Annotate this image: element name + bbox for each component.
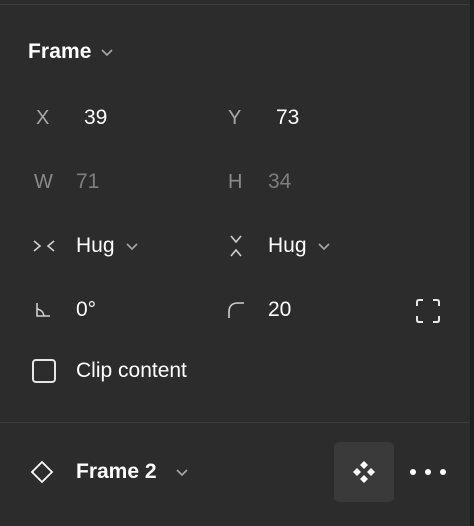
go-to-component-button[interactable] (334, 442, 394, 502)
height-value[interactable]: 34 (268, 170, 291, 194)
y-label: Y (228, 106, 242, 129)
independent-corners-icon[interactable] (414, 297, 442, 325)
horizontal-resizing-field[interactable]: Hug (32, 230, 139, 262)
clip-content-label: Clip content (76, 359, 187, 382)
chevron-down-icon[interactable] (100, 47, 114, 57)
section-divider (0, 422, 470, 423)
rotation-field[interactable]: 0° (34, 294, 96, 326)
height-field[interactable]: H 34 (228, 166, 291, 198)
corner-radius-icon (226, 300, 268, 320)
vertical-resizing-field[interactable]: Hug (228, 230, 331, 262)
width-field[interactable]: W 71 (34, 166, 99, 198)
width-label: W (34, 170, 53, 193)
corner-radius-value[interactable]: 20 (268, 298, 291, 322)
component-diamond-icon (30, 460, 54, 484)
component-instance-icon (353, 461, 375, 483)
width-value[interactable]: 71 (76, 170, 99, 194)
x-label: X (36, 106, 50, 129)
frame-section-header[interactable]: Frame (28, 40, 114, 64)
more-dot (425, 469, 431, 475)
more-dot (440, 469, 446, 475)
x-value[interactable]: 39 (84, 106, 107, 130)
x-field[interactable]: X 39 (36, 102, 107, 134)
hug-vertical-icon (228, 234, 268, 258)
chevron-down-icon[interactable] (175, 467, 189, 477)
rotation-value[interactable]: 0° (76, 298, 96, 322)
vertical-resizing-value[interactable]: Hug (268, 234, 307, 258)
panel-scroll-edge (470, 0, 474, 526)
clip-content-row[interactable]: Clip content (32, 359, 187, 383)
layer-row[interactable]: Frame 2 (30, 448, 189, 496)
chevron-down-icon[interactable] (125, 241, 139, 251)
y-value[interactable]: 73 (276, 106, 299, 130)
more-dot (410, 469, 416, 475)
rotation-angle-icon (34, 301, 76, 319)
layer-name: Frame 2 (76, 460, 157, 483)
horizontal-resizing-value[interactable]: Hug (76, 234, 115, 258)
height-label: H (228, 170, 243, 193)
y-field[interactable]: Y 73 (228, 102, 299, 134)
corner-radius-field[interactable]: 20 (226, 294, 291, 326)
chevron-down-icon[interactable] (317, 241, 331, 251)
top-divider (0, 4, 474, 5)
clip-content-checkbox[interactable] (32, 359, 56, 383)
more-options-button[interactable] (410, 458, 446, 486)
section-title: Frame (28, 40, 92, 63)
hug-horizontal-icon (32, 238, 76, 254)
